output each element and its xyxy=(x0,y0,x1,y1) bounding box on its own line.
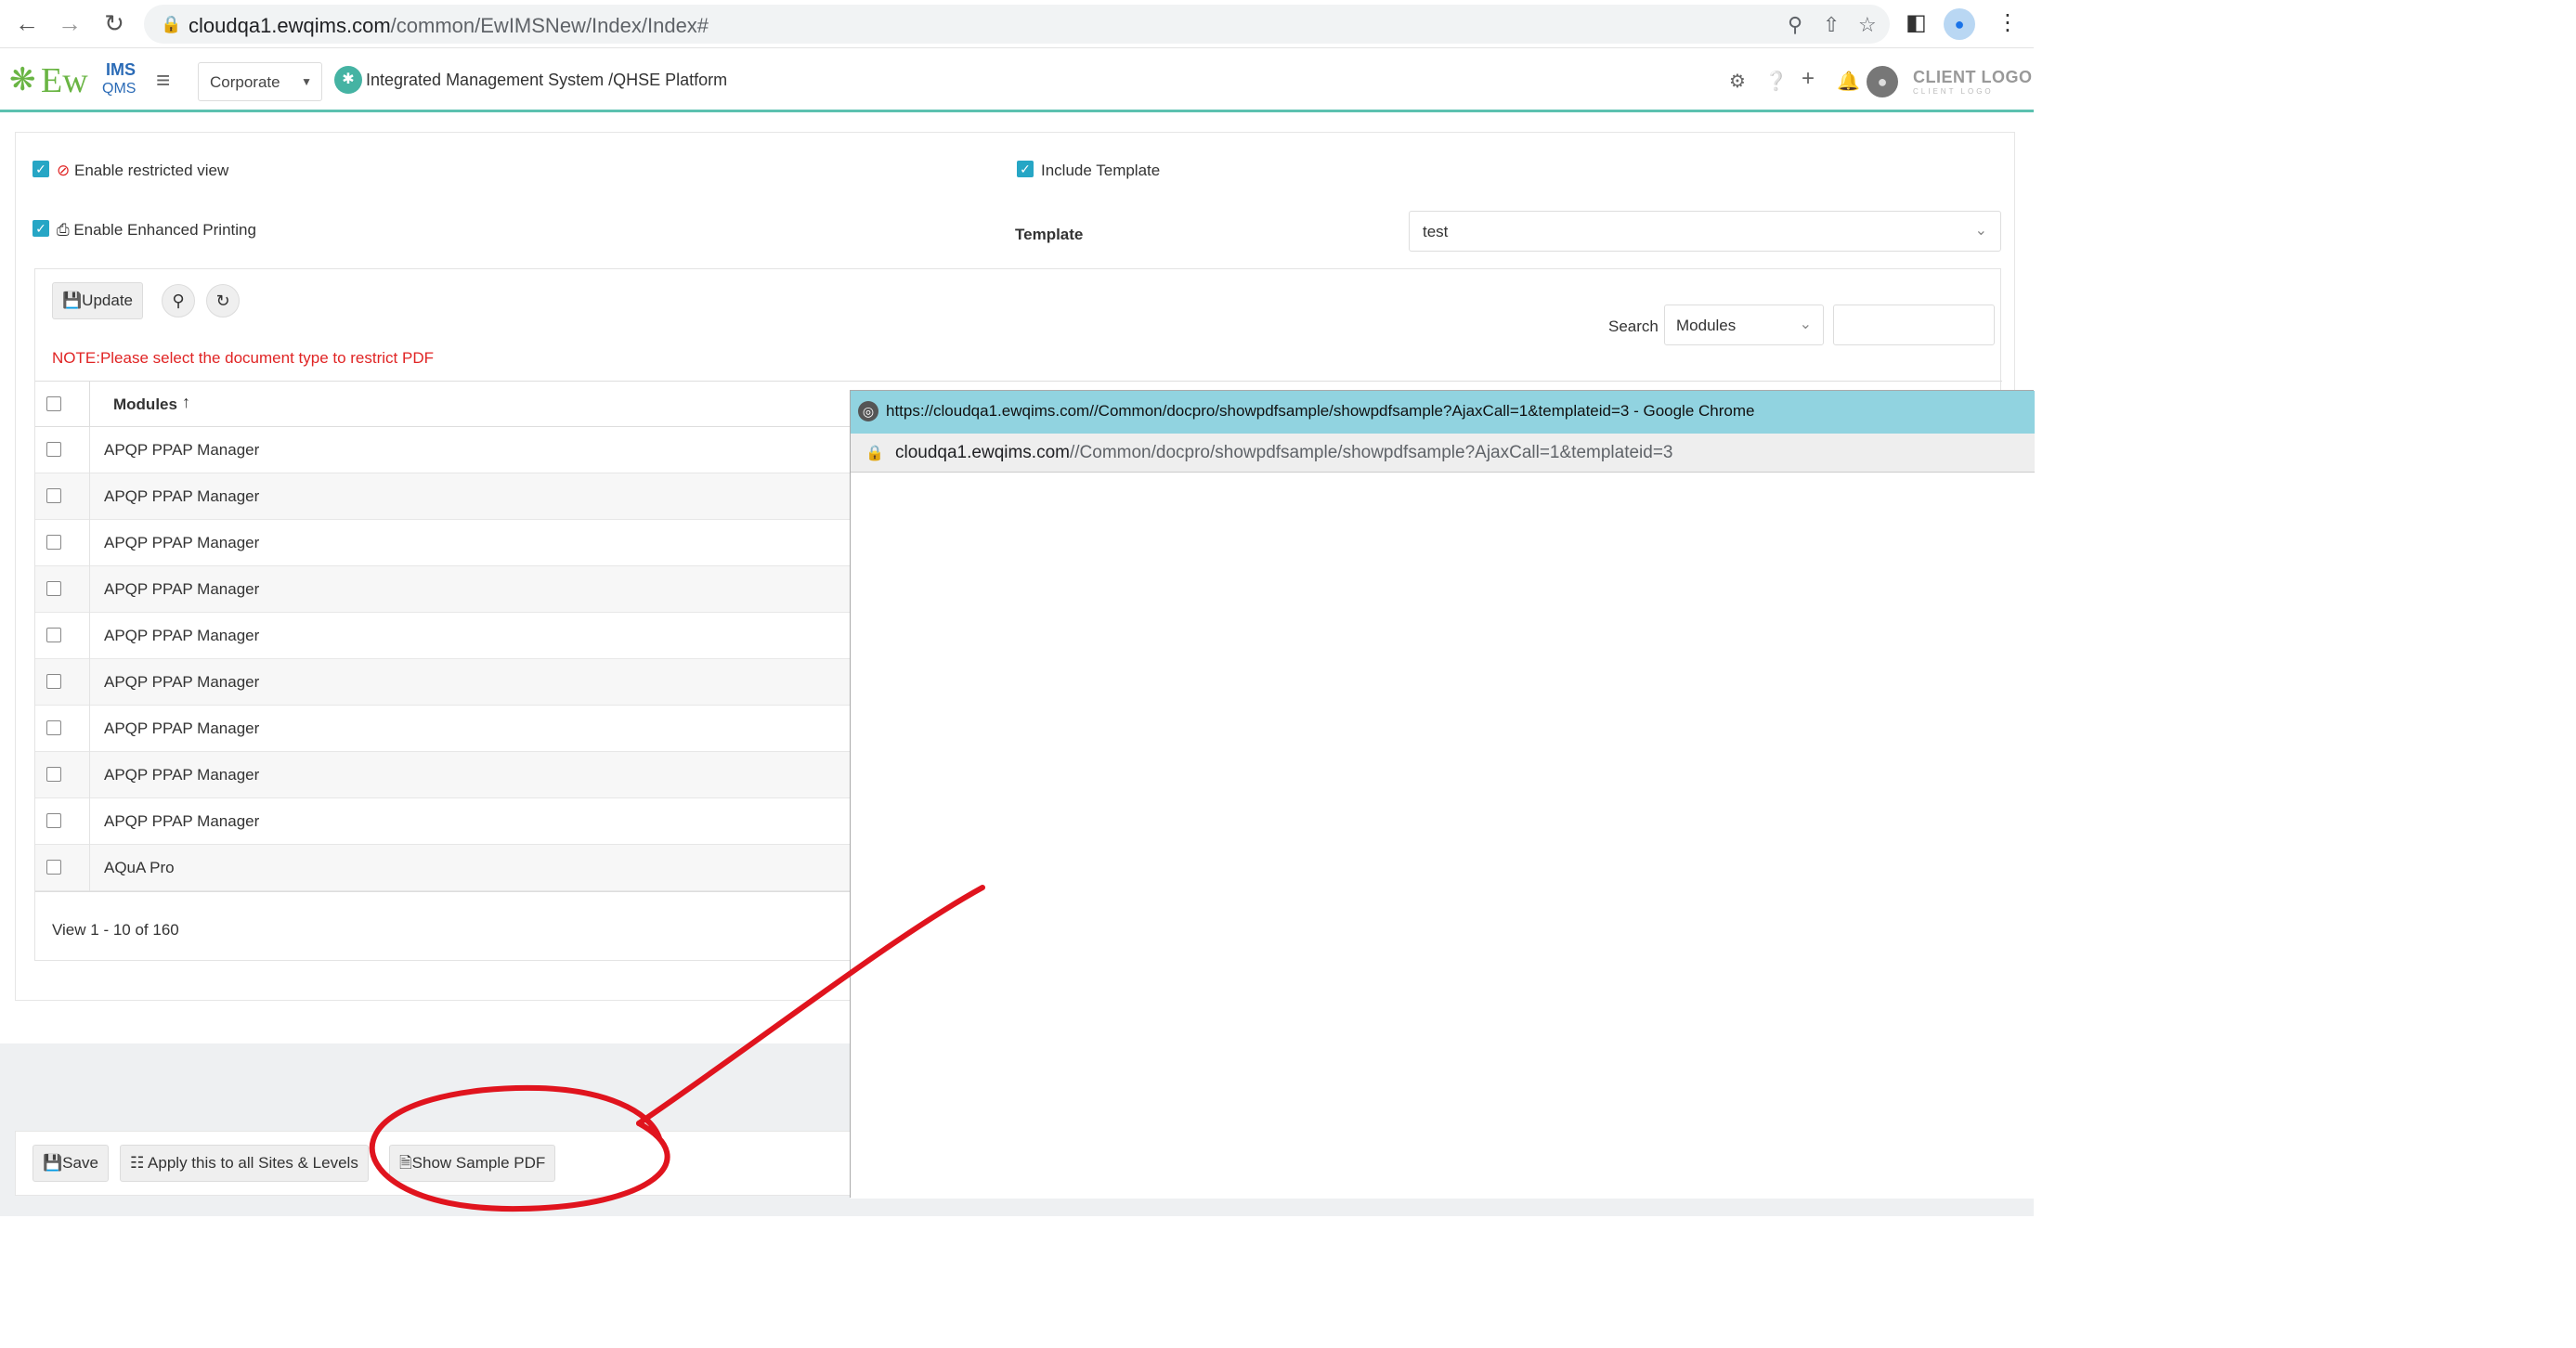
back-icon[interactable]: ← xyxy=(13,9,41,37)
module-cell: APQP PPAP Manager xyxy=(104,534,260,551)
sun-logo-icon: ❋ xyxy=(9,62,36,97)
client-logo-subtext: CLIENT LOGO xyxy=(1913,87,1994,96)
template-select[interactable]: test ⌄ xyxy=(1409,211,2001,252)
module-cell: APQP PPAP Manager xyxy=(104,766,260,784)
platform-title: Integrated Management System /QHSE Platf… xyxy=(366,71,728,89)
update-button[interactable]: 💾Update xyxy=(52,282,143,319)
chevron-down-icon: ⌄ xyxy=(1799,317,1812,332)
add-icon[interactable]: + xyxy=(1802,66,1815,92)
row-checkbox[interactable] xyxy=(46,860,61,875)
bookmark-star-icon[interactable]: ☆ xyxy=(1858,13,1877,37)
client-logo-text: CLIENT LOGO xyxy=(1913,68,2033,86)
popup-address-bar: 🔒 cloudqa1.ewqims.com//Common/docpro/sho… xyxy=(851,434,2035,473)
platform-icon: ✱ xyxy=(334,66,362,94)
select-all-checkbox[interactable] xyxy=(46,396,61,411)
menu-kebab-icon[interactable]: ⋮ xyxy=(1997,9,2019,36)
popup-url[interactable]: cloudqa1.ewqims.com//Common/docpro/showp… xyxy=(895,443,1673,463)
refresh-icon[interactable]: ↻ xyxy=(206,284,240,318)
module-cell: APQP PPAP Manager xyxy=(104,441,260,459)
profile-avatar[interactable]: ● xyxy=(1944,8,1975,40)
row-checkbox[interactable] xyxy=(46,581,61,596)
action-bar: 💾Save ☷ Apply this to all Sites & Levels… xyxy=(15,1131,851,1196)
row-checkbox[interactable] xyxy=(46,674,61,689)
hamburger-menu-icon[interactable]: ≡ xyxy=(156,66,170,95)
restricted-view-checkbox[interactable]: ✓ xyxy=(33,161,49,177)
enhanced-printing-checkbox[interactable]: ✓ xyxy=(33,220,49,237)
pager-info: View 1 - 10 of 160 xyxy=(52,921,179,939)
bell-icon[interactable]: 🔔 xyxy=(1837,70,1860,93)
sitemap-icon: ☷ xyxy=(130,1154,145,1172)
logo-text: Ew xyxy=(41,61,88,100)
forward-icon[interactable]: → xyxy=(56,9,84,37)
print-icon: ⎙ xyxy=(57,221,70,239)
gear-icon[interactable]: ⚙ xyxy=(1729,70,1746,93)
row-checkbox[interactable] xyxy=(46,442,61,457)
restricted-icon: ⊘ xyxy=(57,162,71,179)
row-checkbox[interactable] xyxy=(46,813,61,828)
popup-title: https://cloudqa1.ewqims.com//Common/docp… xyxy=(886,402,1755,420)
browser-toolbar: ← → ↻ 🔒 cloudqa1.ewqims.com/common/EwIMS… xyxy=(0,0,2034,48)
reload-icon[interactable]: ↻ xyxy=(100,9,128,37)
module-cell: APQP PPAP Manager xyxy=(104,580,260,598)
row-checkbox[interactable] xyxy=(46,535,61,550)
search-field-value: Modules xyxy=(1676,317,1737,334)
template-value: test xyxy=(1423,223,1449,240)
client-logo: CLIENT LOGO CLIENT LOGO xyxy=(1913,68,2033,96)
search-input[interactable] xyxy=(1833,305,1995,345)
search-label: Search xyxy=(1608,318,1659,335)
lock-icon: 🔒 xyxy=(161,15,182,33)
search-icon[interactable]: ⚲ xyxy=(162,284,195,318)
popup-body xyxy=(851,473,2035,1199)
share-icon[interactable]: ⇧ xyxy=(1823,13,1840,37)
row-checkbox[interactable] xyxy=(46,628,61,642)
module-cell: APQP PPAP Manager xyxy=(104,812,260,830)
enhanced-printing-label: ⎙ Enable Enhanced Printing xyxy=(57,221,256,239)
floppy-icon: 💾 xyxy=(62,292,83,309)
restricted-view-label: ⊘ Enable restricted view xyxy=(57,162,229,179)
globe-icon: ◎ xyxy=(858,401,878,421)
entity-value: Corporate xyxy=(210,73,280,91)
dropdown-caret-icon: ▼ xyxy=(301,75,312,88)
floppy-icon: 💾 xyxy=(43,1154,63,1172)
row-checkbox[interactable] xyxy=(46,767,61,782)
row-checkbox[interactable] xyxy=(46,488,61,503)
module-cell: APQP PPAP Manager xyxy=(104,673,260,691)
lock-icon: 🔒 xyxy=(865,446,884,461)
chevron-down-icon: ⌄ xyxy=(1974,223,1987,239)
popup-titlebar[interactable]: ◎ https://cloudqa1.ewqims.com//Common/do… xyxy=(851,391,2035,434)
row-checkbox[interactable] xyxy=(46,720,61,735)
restrict-note: NOTE:Please select the document type to … xyxy=(52,349,434,367)
sample-pdf-popup-window: ◎ https://cloudqa1.ewqims.com//Common/do… xyxy=(850,390,2035,1199)
module-cell: APQP PPAP Manager xyxy=(104,487,260,505)
modules-column-header[interactable]: Modules xyxy=(113,395,177,414)
pdf-file-icon: 🗎 xyxy=(399,1154,412,1172)
search-field-select[interactable]: Modules ⌄ xyxy=(1664,305,1824,345)
zoom-icon[interactable]: ⚲ xyxy=(1788,13,1802,37)
address-url[interactable]: cloudqa1.ewqims.com/common/EwIMSNew/Inde… xyxy=(189,14,709,38)
apply-all-sites-button[interactable]: ☷ Apply this to all Sites & Levels xyxy=(120,1145,369,1182)
module-cell: APQP PPAP Manager xyxy=(104,627,260,644)
user-avatar[interactable]: ● xyxy=(1867,66,1898,97)
help-icon[interactable]: ❔ xyxy=(1764,70,1788,93)
include-template-label: Include Template xyxy=(1041,162,1161,179)
save-button[interactable]: 💾Save xyxy=(33,1145,109,1182)
logo-ims: IMS xyxy=(106,60,137,79)
module-cell: AQuA Pro xyxy=(104,859,175,876)
entity-select[interactable]: Corporate ▼ xyxy=(198,62,322,101)
logo-qms: QMS xyxy=(102,81,137,97)
show-sample-pdf-button[interactable]: 🗎Show Sample PDF xyxy=(389,1145,556,1182)
sort-arrow-icon[interactable]: ↑ xyxy=(182,393,190,412)
address-bar[interactable]: 🔒 cloudqa1.ewqims.com/common/EwIMSNew/In… xyxy=(144,5,1890,44)
module-cell: APQP PPAP Manager xyxy=(104,719,260,737)
side-panel-icon[interactable]: ◧ xyxy=(1906,9,1927,36)
app-header: ❋ Ew IMS QMS ≡ Corporate ▼ ✱ Integrated … xyxy=(0,49,2034,112)
template-label: Template xyxy=(1015,226,1084,243)
app-logo[interactable]: ❋ Ew IMS QMS xyxy=(9,58,139,103)
include-template-checkbox[interactable]: ✓ xyxy=(1017,161,1034,177)
